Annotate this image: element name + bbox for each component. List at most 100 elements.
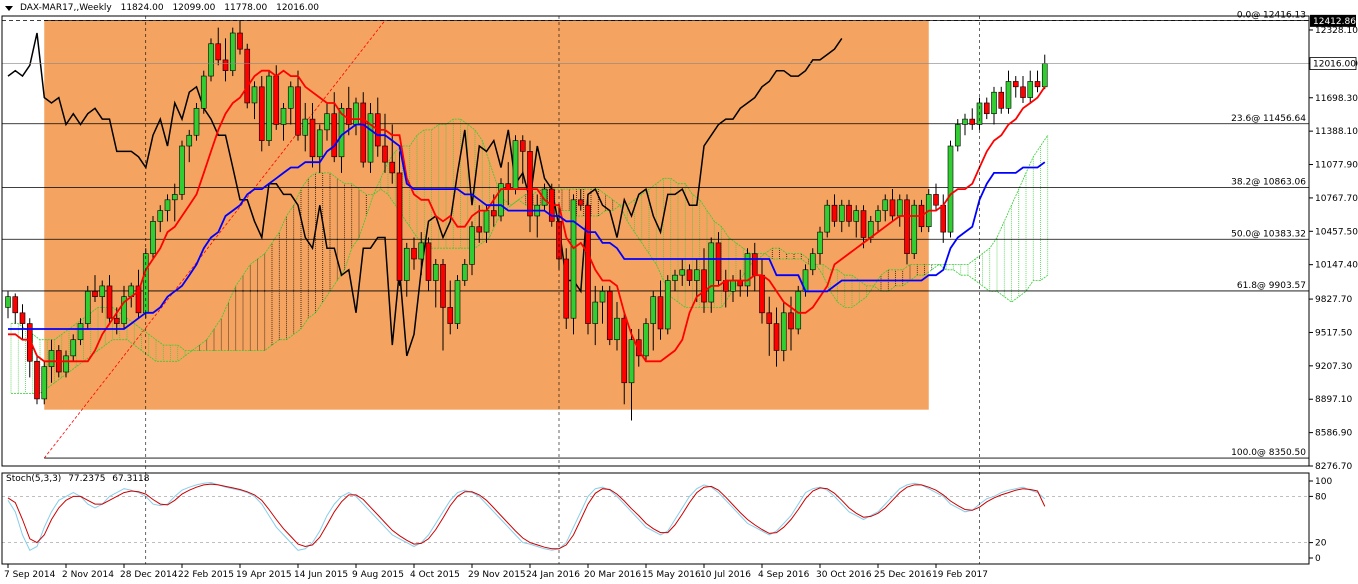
candle-body — [1034, 81, 1041, 88]
candle-body — [853, 210, 860, 222]
stoch-signal-line — [7, 483, 1046, 550]
candle-body — [643, 323, 649, 357]
symbol-header: DAX-MAR17,,Weekly 11824.00 12099.00 1177… — [20, 3, 325, 13]
candle-body — [411, 247, 417, 260]
candle-body — [237, 32, 243, 50]
candle-body — [425, 242, 432, 281]
candle-body — [1012, 81, 1019, 88]
x-tick-label: 28 Dec 2014 — [120, 570, 178, 580]
ohlc-low: 11778.00 — [224, 3, 268, 13]
fib-level-label: 23.6@ 11456.64 — [1231, 114, 1306, 124]
x-tick-label: 24 Jan 2016 — [526, 570, 580, 580]
candle-body — [780, 312, 787, 351]
candle-body — [171, 194, 178, 201]
candle-body — [266, 75, 272, 141]
candle-body — [396, 172, 403, 281]
x-tick-label: 2 Nov 2014 — [62, 570, 114, 580]
collapse-triangle-icon[interactable] — [5, 6, 13, 11]
x-tick-label: 10 Jul 2016 — [700, 570, 751, 580]
candle-body — [824, 204, 831, 233]
candle-body — [599, 290, 606, 303]
candle-body — [701, 269, 707, 303]
x-tick-label: 22 Feb 2015 — [178, 570, 234, 580]
candle-body — [1027, 81, 1034, 98]
candle-body — [186, 134, 193, 147]
candle-body — [882, 199, 889, 211]
stochastic-panel — [2, 481, 1309, 551]
candle-body — [179, 145, 185, 195]
candle-body — [606, 290, 613, 341]
candle-body — [954, 124, 961, 147]
candle-body — [193, 108, 200, 136]
candle-body — [70, 339, 77, 357]
candle-body — [983, 102, 990, 115]
candle-body — [476, 226, 483, 233]
ohlc-open: 11824.00 — [120, 3, 164, 13]
fib-level-label: 50.0@ 10383.32 — [1231, 229, 1306, 239]
x-tick-label: 30 Oct 2016 — [816, 570, 872, 580]
y-tick-label: 12328.10 — [1315, 26, 1358, 36]
stoch-y-tick-label: 20 — [1315, 539, 1327, 549]
candle-body — [48, 350, 55, 367]
candle-body — [788, 312, 794, 330]
stoch-y-tick-label: 80 — [1315, 492, 1327, 502]
candle-body — [164, 199, 171, 211]
x-tick-label: 20 Mar 2016 — [584, 570, 641, 580]
candle-body — [99, 285, 106, 297]
candle-body — [795, 290, 802, 330]
candle-body — [991, 91, 997, 115]
candle-body — [969, 118, 976, 125]
candle-body — [353, 102, 359, 125]
candle-body — [5, 296, 11, 308]
candle-body — [229, 32, 236, 71]
candle-body — [331, 113, 338, 158]
candle-body — [751, 253, 758, 276]
candle-body — [563, 258, 570, 319]
candle-body — [650, 296, 657, 324]
candle-body — [889, 199, 896, 217]
candle-body — [34, 360, 40, 400]
candle-body — [258, 86, 265, 141]
candle-body — [693, 269, 700, 281]
candle-body — [1005, 81, 1012, 109]
y-tick-label: 10457.50 — [1315, 227, 1358, 237]
candle-body — [759, 274, 765, 314]
stoch-signal-value: 67.3118 — [112, 474, 150, 484]
y-tick-label: 9207.30 — [1315, 362, 1352, 372]
candle-body — [911, 204, 918, 254]
candle-body — [657, 296, 664, 330]
candle-body — [809, 253, 816, 271]
stoch-name: Stoch(5,3,3) — [6, 474, 62, 484]
candle-body — [831, 204, 838, 222]
x-tick-label: 9 Aug 2015 — [352, 570, 404, 580]
candle-body — [432, 264, 439, 281]
fib-level-label: 100.0@ 8350.50 — [1231, 448, 1306, 458]
y-tick-label: 10767.70 — [1315, 194, 1358, 204]
y-tick-label: 11077.90 — [1315, 161, 1358, 171]
current-price-box-label: 12016.00 — [1313, 60, 1356, 70]
candle-body — [947, 145, 954, 233]
candle-body — [614, 317, 620, 341]
candle-body — [367, 113, 374, 163]
candle-body — [628, 339, 635, 384]
y-tick-label: 8897.10 — [1315, 395, 1352, 405]
candle-body — [63, 355, 69, 373]
x-tick-label: 15 May 2016 — [642, 570, 701, 580]
candle-body — [527, 151, 533, 217]
candle-body — [454, 280, 461, 324]
candle-body — [483, 210, 490, 233]
y-tick-label: 10147.40 — [1315, 261, 1358, 271]
candle-body — [875, 210, 881, 222]
candle-body — [106, 285, 113, 319]
candle-body — [621, 317, 628, 384]
candle-body — [896, 199, 903, 217]
candle-body — [84, 290, 91, 324]
ohlc-close: 12016.00 — [276, 3, 320, 13]
candle-body — [469, 226, 475, 265]
candle-body — [440, 264, 446, 308]
x-tick-label: 4 Oct 2015 — [410, 570, 460, 580]
candle-body — [251, 86, 258, 104]
candle-body — [490, 210, 497, 217]
candle-body — [41, 366, 48, 400]
candle-body — [77, 323, 84, 341]
